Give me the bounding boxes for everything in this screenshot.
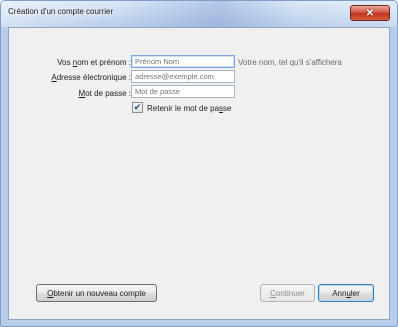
- email-label: Adresse électronique :: [51, 73, 131, 82]
- dialog-content: Vos nom et prénom : Votre nom, tel qu'il…: [8, 27, 390, 320]
- close-button[interactable]: ✕: [350, 5, 390, 21]
- remember-password-label[interactable]: Retenir le mot de passe: [147, 104, 232, 113]
- window-title: Création d'un compte courrier: [8, 7, 114, 16]
- cancel-button[interactable]: Ann u ler: [318, 284, 374, 302]
- title-bar[interactable]: Création d'un compte courrier ✕: [1, 1, 397, 27]
- name-label: Vos nom et prénom :: [57, 58, 131, 67]
- password-input[interactable]: [131, 85, 235, 98]
- get-new-account-button[interactable]: Obtenir un nouveau compte: [36, 284, 157, 302]
- password-label: Mot de passe :: [78, 89, 131, 98]
- remember-password-checkbox[interactable]: ✔: [132, 102, 143, 113]
- name-hint: Votre nom, tel qu'il s'affichera: [238, 58, 342, 67]
- email-input[interactable]: [131, 70, 235, 83]
- continue-button[interactable]: Continuer: [260, 284, 315, 302]
- account-setup-window: Création d'un compte courrier ✕ Vos nom …: [0, 0, 398, 327]
- close-icon: ✕: [365, 7, 375, 19]
- checkmark-icon: ✔: [133, 102, 142, 112]
- name-input[interactable]: [131, 55, 235, 68]
